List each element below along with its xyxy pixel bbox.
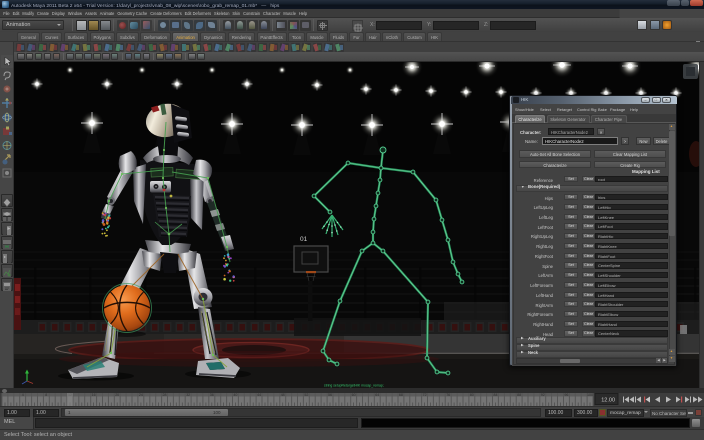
- svg-text:20: 20: [115, 393, 119, 397]
- svg-text:96: 96: [564, 393, 568, 397]
- svg-text:32: 32: [186, 393, 190, 397]
- svg-text:string setupRetargetHIK mocap_: string setupRetargetHIK mocap_remap;: [324, 384, 384, 388]
- svg-text:36: 36: [210, 393, 214, 397]
- svg-text:72: 72: [423, 393, 427, 397]
- svg-text:52: 52: [304, 393, 308, 397]
- svg-text:16: 16: [92, 393, 96, 397]
- svg-text:68: 68: [399, 393, 403, 397]
- svg-text:92: 92: [541, 393, 545, 397]
- svg-text:48: 48: [281, 393, 285, 397]
- svg-text:84: 84: [494, 393, 498, 397]
- svg-text:88: 88: [517, 393, 521, 397]
- svg-text:64: 64: [375, 393, 379, 397]
- svg-text:76: 76: [446, 393, 450, 397]
- svg-text:80: 80: [470, 393, 474, 397]
- svg-text:100: 100: [587, 393, 593, 397]
- svg-text:01: 01: [300, 236, 308, 243]
- svg-text:56: 56: [328, 393, 332, 397]
- svg-text:60: 60: [352, 393, 356, 397]
- svg-text:12.00: 12.00: [601, 398, 615, 404]
- svg-text:4: 4: [22, 393, 24, 397]
- svg-text:24: 24: [139, 393, 143, 397]
- svg-text:40: 40: [233, 393, 237, 397]
- svg-text:28: 28: [163, 393, 167, 397]
- svg-text:44: 44: [257, 393, 261, 397]
- svg-text:8: 8: [45, 393, 47, 397]
